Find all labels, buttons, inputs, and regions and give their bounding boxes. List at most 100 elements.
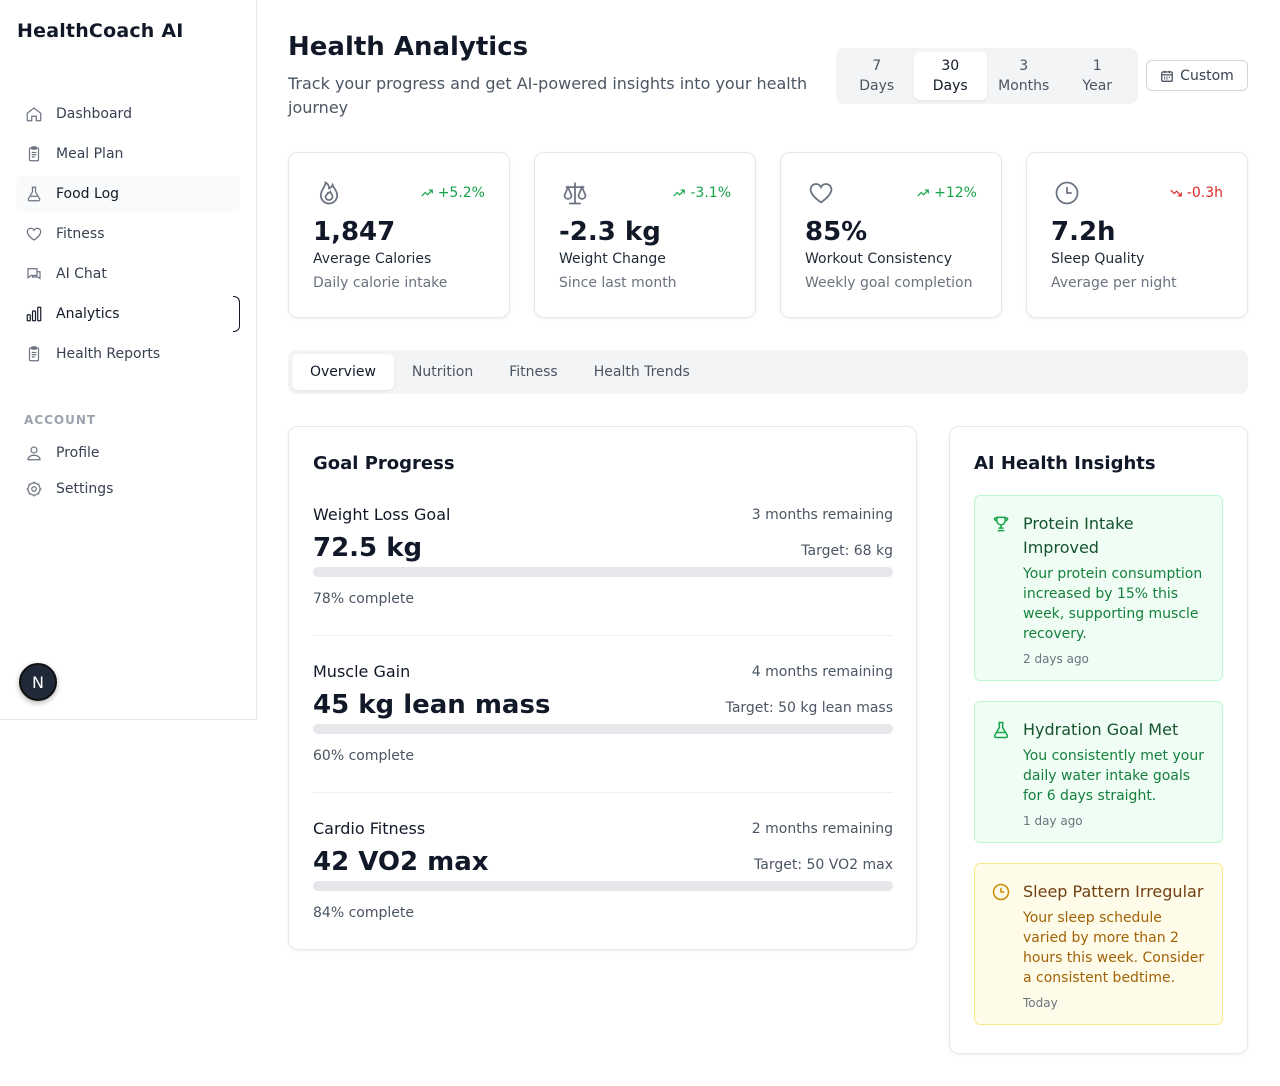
bar-chart-icon <box>24 304 44 324</box>
heart-icon <box>24 224 44 244</box>
stat-card-weight: -3.1% -2.3 kg Weight Change Since last m… <box>534 152 756 318</box>
range-30-days-button[interactable]: 30 Days <box>913 52 987 100</box>
trend-value: +12% <box>934 185 977 201</box>
goal-progress-bar <box>313 724 893 734</box>
clock-icon <box>1053 179 1081 207</box>
goal-target: Target: 50 VO2 max <box>754 857 893 873</box>
insight-time: 1 day ago <box>1023 814 1083 828</box>
flask-icon <box>24 184 44 204</box>
trend-down-icon <box>1170 189 1182 197</box>
insight-text: You consistently met your daily water in… <box>1023 748 1204 804</box>
goal-progress-fill <box>313 881 801 891</box>
goal-name: Cardio Fitness <box>313 819 426 838</box>
range-number: 30 <box>941 58 960 74</box>
sidebar-item-label: Fitness <box>56 226 105 242</box>
insight-text: Your sleep schedule varied by more than … <box>1023 910 1205 986</box>
stat-card-calories: +5.2% 1,847 Average Calories Daily calor… <box>288 152 510 318</box>
insight-hydration: Hydration Goal Met You consistently met … <box>974 701 1223 843</box>
stat-label: Sleep Quality <box>1051 251 1145 267</box>
goal-divider <box>313 792 893 793</box>
insight-protein: Protein Intake Improved Your protein con… <box>974 495 1223 681</box>
stat-sublabel: Average per night <box>1051 275 1177 291</box>
tab-overview[interactable]: Overview <box>292 354 394 390</box>
sidebar-item-label: Meal Plan <box>56 146 124 162</box>
goal-divider <box>313 635 893 636</box>
insight-sleep: Sleep Pattern Irregular Your sleep sched… <box>974 863 1223 1025</box>
trend-value: +5.2% <box>437 185 485 201</box>
stat-sublabel: Daily calorie intake <box>313 275 448 291</box>
calendar-icon <box>1160 69 1174 83</box>
chat-icon <box>24 264 44 284</box>
range-unit: Days <box>859 78 895 94</box>
analytics-tabs: Overview Nutrition Fitness Health Trends <box>288 350 1248 394</box>
sidebar-item-label: Food Log <box>56 186 120 202</box>
flame-icon <box>315 179 343 207</box>
sidebar-item-analytics[interactable]: Analytics <box>16 296 240 332</box>
goal-current-value: 42 VO2 max <box>313 847 489 877</box>
trend-value: -3.1% <box>690 185 731 201</box>
dev-badge-button[interactable]: N <box>19 663 57 701</box>
goal-name: Weight Loss Goal <box>313 505 451 524</box>
insight-time: 2 days ago <box>1023 652 1089 666</box>
insight-title: Sleep Pattern Irregular <box>1023 882 1204 901</box>
scale-icon <box>561 179 589 207</box>
range-3-months-button[interactable]: 3 Months <box>987 52 1061 100</box>
tab-fitness[interactable]: Fitness <box>491 354 576 390</box>
sidebar-item-ai-chat[interactable]: AI Chat <box>16 256 240 292</box>
goal-percent-label: 78% complete <box>313 591 414 607</box>
goal-progress-fill <box>313 724 661 734</box>
stat-label: Weight Change <box>559 251 666 267</box>
goal-percent-label: 84% complete <box>313 905 414 921</box>
tab-nutrition[interactable]: Nutrition <box>394 354 491 390</box>
tab-health-trends[interactable]: Health Trends <box>576 354 708 390</box>
sidebar-item-label: Profile <box>56 445 100 461</box>
stat-value: -2.3 kg <box>559 217 661 247</box>
goal-progress-bar <box>313 881 893 891</box>
clipboard-icon <box>24 344 44 364</box>
user-icon <box>24 443 44 463</box>
goal-target: Target: 68 kg <box>801 543 893 559</box>
sidebar-nav: Dashboard Meal Plan Food Log Fitness AI … <box>16 96 240 376</box>
sidebar-item-health-reports[interactable]: Health Reports <box>16 336 240 372</box>
goal-remaining: 3 months remaining <box>751 507 893 523</box>
insight-title: Hydration Goal Met <box>1023 720 1179 739</box>
clipboard-icon <box>24 144 44 164</box>
sidebar-item-food-log[interactable]: Food Log <box>16 176 240 212</box>
ai-insights-title: AI Health Insights <box>974 453 1156 474</box>
sidebar-item-profile[interactable]: Profile <box>16 436 240 470</box>
insight-title: Protein Intake Improved <box>1023 514 1134 557</box>
trend-value: -0.3h <box>1186 185 1223 201</box>
sidebar-item-settings[interactable]: Settings <box>16 472 240 506</box>
clock-icon <box>991 882 1011 902</box>
range-7-days-button[interactable]: 7 Days <box>840 52 914 100</box>
sidebar-item-dashboard[interactable]: Dashboard <box>16 96 240 132</box>
trophy-icon <box>991 514 1011 534</box>
gear-icon <box>24 479 44 499</box>
range-1-year-button[interactable]: 1 Year <box>1061 52 1135 100</box>
sidebar-item-fitness[interactable]: Fitness <box>16 216 240 252</box>
stat-label: Average Calories <box>313 251 432 267</box>
goal-progress-bar <box>313 567 893 577</box>
sidebar-item-label: Dashboard <box>56 106 132 122</box>
heart-icon <box>807 179 835 207</box>
goal-current-value: 45 kg lean mass <box>313 690 551 720</box>
sidebar-item-label: Settings <box>56 481 114 497</box>
page-subtitle: Track your progress and get AI-powered i… <box>288 74 808 117</box>
sidebar-item-label: Health Reports <box>56 346 161 362</box>
goal-progress-card: Goal Progress Weight Loss Goal 3 months … <box>288 426 917 950</box>
account-nav: Profile Settings <box>16 436 240 508</box>
goal-percent-label: 60% complete <box>313 748 414 764</box>
page-title: Health Analytics <box>288 32 529 62</box>
sidebar-item-label: Analytics <box>56 306 120 322</box>
stat-sublabel: Weekly goal completion <box>805 275 973 291</box>
goal-remaining: 4 months remaining <box>751 664 893 680</box>
sidebar-item-meal-plan[interactable]: Meal Plan <box>16 136 240 172</box>
stat-sublabel: Since last month <box>559 275 677 291</box>
stat-value: 85% <box>805 217 868 247</box>
flask-icon <box>991 720 1011 740</box>
custom-range-button[interactable]: Custom <box>1146 60 1248 91</box>
stat-card-workout: +12% 85% Workout Consistency Weekly goal… <box>780 152 1002 318</box>
range-number: 3 <box>1019 58 1029 74</box>
ai-insights-card: AI Health Insights Protein Intake Improv… <box>949 426 1248 1054</box>
goal-progress-fill <box>313 567 766 577</box>
